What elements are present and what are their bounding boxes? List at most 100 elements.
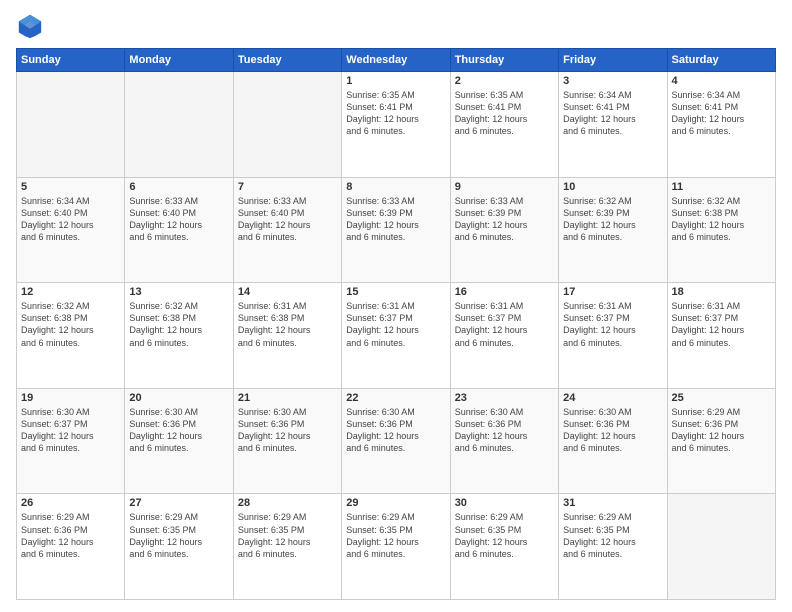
calendar-cell: 26 Sunrise: 6:29 AM Sunset: 6:36 PM Dayli…	[17, 494, 125, 600]
day-number: 14	[238, 286, 337, 298]
day-number: 8	[346, 181, 445, 193]
calendar-cell: 28Sunrise: 6:29 AM Sunset: 6:35 PM Dayli…	[233, 494, 341, 600]
calendar-cell: 7 Sunrise: 6:33 AM Sunset: 6:40 PM Daylig…	[233, 177, 341, 283]
day-info: Sunrise: 6:35 AM Sunset: 6:41 PM Dayligh…	[455, 89, 554, 138]
weekday-header-sunday: Sunday	[17, 49, 125, 72]
day-info: Sunrise: 6:29 AM Sunset: 6:35 PM Dayligh…	[346, 511, 445, 560]
day-number: 26	[21, 497, 120, 509]
day-info: Sunrise: 6:31 AM Sunset: 6:38 PM Dayligh…	[238, 300, 337, 349]
weekday-header-friday: Friday	[559, 49, 667, 72]
day-info: Sunrise: 6:35 AM Sunset: 6:41 PM Dayligh…	[346, 89, 445, 138]
calendar-cell: 16 Sunrise: 6:31 AM Sunset: 6:37 PM Dayli…	[450, 283, 558, 389]
calendar-cell	[125, 72, 233, 178]
day-number: 2	[455, 75, 554, 87]
week-row-4: 19 Sunrise: 6:30 AM Sunset: 6:37 PM Dayli…	[17, 388, 776, 494]
weekday-header-monday: Monday	[125, 49, 233, 72]
day-info: Sunrise: 6:29 AM Sunset: 6:36 PM Dayligh…	[21, 511, 120, 560]
week-row-3: 12 Sunrise: 6:32 AM Sunset: 6:38 PM Dayli…	[17, 283, 776, 389]
day-number: 30	[455, 497, 554, 509]
calendar-cell: 27 Sunrise: 6:29 AM Sunset: 6:35 PM Dayli…	[125, 494, 233, 600]
day-info: Sunrise: 6:34 AM Sunset: 6:41 PM Dayligh…	[563, 89, 662, 138]
day-number: 11	[672, 181, 771, 193]
day-number: 27	[129, 497, 228, 509]
week-row-2: 5 Sunrise: 6:34 AM Sunset: 6:40 PM Daylig…	[17, 177, 776, 283]
day-number: 10	[563, 181, 662, 193]
day-number: 29	[346, 497, 445, 509]
day-info: Sunrise: 6:31 AM Sunset: 6:37 PM Dayligh…	[672, 300, 771, 349]
day-info: Sunrise: 6:29 AM Sunset: 6:35 PM Dayligh…	[455, 511, 554, 560]
day-number: 15	[346, 286, 445, 298]
calendar-cell: 6 Sunrise: 6:33 AM Sunset: 6:40 PM Daylig…	[125, 177, 233, 283]
calendar-cell: 23 Sunrise: 6:30 AM Sunset: 6:36 PM Dayli…	[450, 388, 558, 494]
calendar-cell: 31 Sunrise: 6:29 AM Sunset: 6:35 PM Dayli…	[559, 494, 667, 600]
day-number: 1	[346, 75, 445, 87]
day-info: Sunrise: 6:29 AM Sunset: 6:36 PM Dayligh…	[672, 406, 771, 455]
day-number: 17	[563, 286, 662, 298]
day-number: 16	[455, 286, 554, 298]
weekday-header-saturday: Saturday	[667, 49, 775, 72]
day-number: 31	[563, 497, 662, 509]
calendar-cell	[233, 72, 341, 178]
weekday-header-row: SundayMondayTuesdayWednesdayThursdayFrid…	[17, 49, 776, 72]
day-number: 12	[21, 286, 120, 298]
calendar-cell: 24 Sunrise: 6:30 AM Sunset: 6:36 PM Dayli…	[559, 388, 667, 494]
calendar-cell: 18 Sunrise: 6:31 AM Sunset: 6:37 PM Dayli…	[667, 283, 775, 389]
calendar-cell: 1 Sunrise: 6:35 AM Sunset: 6:41 PM Daylig…	[342, 72, 450, 178]
calendar-cell: 19 Sunrise: 6:30 AM Sunset: 6:37 PM Dayli…	[17, 388, 125, 494]
day-number: 5	[21, 181, 120, 193]
logo	[16, 12, 46, 40]
calendar-cell: 9 Sunrise: 6:33 AM Sunset: 6:39 PM Daylig…	[450, 177, 558, 283]
day-number: 28	[238, 497, 337, 509]
day-number: 9	[455, 181, 554, 193]
day-number: 18	[672, 286, 771, 298]
day-number: 23	[455, 392, 554, 404]
calendar-cell: 17 Sunrise: 6:31 AM Sunset: 6:37 PM Dayli…	[559, 283, 667, 389]
day-info: Sunrise: 6:31 AM Sunset: 6:37 PM Dayligh…	[455, 300, 554, 349]
day-number: 7	[238, 181, 337, 193]
day-info: Sunrise: 6:33 AM Sunset: 6:39 PM Dayligh…	[455, 195, 554, 244]
week-row-5: 26 Sunrise: 6:29 AM Sunset: 6:36 PM Dayli…	[17, 494, 776, 600]
day-number: 24	[563, 392, 662, 404]
day-info: Sunrise: 6:29 AM Sunset: 6:35 PM Dayligh…	[563, 511, 662, 560]
calendar-cell: 14 Sunrise: 6:31 AM Sunset: 6:38 PM Dayli…	[233, 283, 341, 389]
day-number: 22	[346, 392, 445, 404]
calendar-cell: 12Sunrise: 6:32 AM Sunset: 6:38 PM Dayli…	[17, 283, 125, 389]
day-info: Sunrise: 6:34 AM Sunset: 6:41 PM Dayligh…	[672, 89, 771, 138]
calendar-cell: 15 Sunrise: 6:31 AM Sunset: 6:37 PM Dayli…	[342, 283, 450, 389]
calendar-table: SundayMondayTuesdayWednesdayThursdayFrid…	[16, 48, 776, 600]
calendar-cell: 30 Sunrise: 6:29 AM Sunset: 6:35 PM Dayli…	[450, 494, 558, 600]
day-number: 3	[563, 75, 662, 87]
day-info: Sunrise: 6:31 AM Sunset: 6:37 PM Dayligh…	[563, 300, 662, 349]
day-number: 19	[21, 392, 120, 404]
calendar-cell	[17, 72, 125, 178]
weekday-header-thursday: Thursday	[450, 49, 558, 72]
day-info: Sunrise: 6:33 AM Sunset: 6:40 PM Dayligh…	[129, 195, 228, 244]
day-number: 6	[129, 181, 228, 193]
week-row-1: 1 Sunrise: 6:35 AM Sunset: 6:41 PM Daylig…	[17, 72, 776, 178]
calendar-cell: 4 Sunrise: 6:34 AM Sunset: 6:41 PM Daylig…	[667, 72, 775, 178]
day-number: 20	[129, 392, 228, 404]
header	[16, 12, 776, 40]
day-info: Sunrise: 6:30 AM Sunset: 6:36 PM Dayligh…	[455, 406, 554, 455]
day-info: Sunrise: 6:29 AM Sunset: 6:35 PM Dayligh…	[129, 511, 228, 560]
calendar-cell: 3 Sunrise: 6:34 AM Sunset: 6:41 PM Daylig…	[559, 72, 667, 178]
page: SundayMondayTuesdayWednesdayThursdayFrid…	[0, 0, 792, 612]
day-info: Sunrise: 6:30 AM Sunset: 6:36 PM Dayligh…	[563, 406, 662, 455]
day-number: 25	[672, 392, 771, 404]
calendar-cell	[667, 494, 775, 600]
calendar-cell: 25 Sunrise: 6:29 AM Sunset: 6:36 PM Dayli…	[667, 388, 775, 494]
day-info: Sunrise: 6:32 AM Sunset: 6:38 PM Dayligh…	[129, 300, 228, 349]
day-number: 4	[672, 75, 771, 87]
day-info: Sunrise: 6:33 AM Sunset: 6:39 PM Dayligh…	[346, 195, 445, 244]
calendar-cell: 20 Sunrise: 6:30 AM Sunset: 6:36 PM Dayli…	[125, 388, 233, 494]
calendar-cell: 8 Sunrise: 6:33 AM Sunset: 6:39 PM Daylig…	[342, 177, 450, 283]
day-info: Sunrise: 6:32 AM Sunset: 6:38 PM Dayligh…	[672, 195, 771, 244]
calendar-cell: 11 Sunrise: 6:32 AM Sunset: 6:38 PM Dayli…	[667, 177, 775, 283]
day-info: Sunrise: 6:33 AM Sunset: 6:40 PM Dayligh…	[238, 195, 337, 244]
day-info: Sunrise: 6:30 AM Sunset: 6:37 PM Dayligh…	[21, 406, 120, 455]
day-info: Sunrise: 6:30 AM Sunset: 6:36 PM Dayligh…	[129, 406, 228, 455]
calendar-cell: 29 Sunrise: 6:29 AM Sunset: 6:35 PM Dayli…	[342, 494, 450, 600]
logo-icon	[16, 12, 44, 40]
day-info: Sunrise: 6:34 AM Sunset: 6:40 PM Dayligh…	[21, 195, 120, 244]
day-info: Sunrise: 6:31 AM Sunset: 6:37 PM Dayligh…	[346, 300, 445, 349]
